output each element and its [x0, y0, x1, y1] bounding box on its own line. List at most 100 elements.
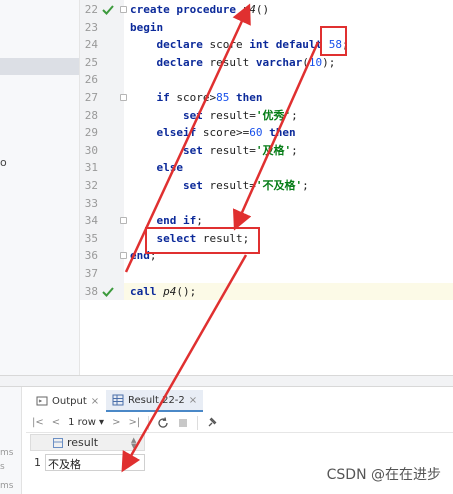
code-token: call — [130, 284, 164, 298]
code-token: score>= — [202, 126, 250, 140]
code-line[interactable]: set result='不及格'; — [130, 177, 309, 195]
table-icon — [112, 394, 124, 406]
code-token: ; — [302, 179, 309, 192]
code-token: declare — [156, 38, 210, 52]
row-count-label: 1 row — [68, 417, 96, 428]
line-number: 34 — [84, 214, 98, 228]
code-token: result= — [209, 108, 256, 122]
tab-output[interactable]: Output × — [30, 390, 105, 412]
code-token: then — [236, 91, 263, 104]
code-token: 60 — [249, 126, 270, 140]
next-page-button[interactable]: > — [112, 417, 120, 428]
code-token: '不及格' — [255, 179, 303, 192]
timing-label: ms — [0, 481, 14, 491]
code-token: set — [182, 108, 210, 122]
code-line[interactable]: else — [130, 159, 184, 177]
fold-icon[interactable] — [120, 252, 127, 260]
editor-empty-area[interactable] — [80, 300, 453, 375]
column-name: result — [67, 436, 99, 449]
close-icon[interactable]: × — [91, 396, 99, 407]
code-token: create procedure — [130, 3, 243, 16]
code-line[interactable]: if score>85 then — [130, 89, 263, 107]
code-line[interactable]: declare score int default 58; — [130, 36, 349, 54]
code-token: then — [269, 126, 296, 140]
code-token: score — [209, 38, 250, 52]
code-token: elseif — [156, 126, 203, 140]
code-token: ; — [291, 143, 298, 157]
code-line[interactable]: set result='优秀'; — [130, 107, 298, 125]
line-number: 38 — [84, 284, 98, 298]
selected-tree-row[interactable] — [0, 58, 79, 75]
line-number: 25 — [84, 55, 98, 69]
code-line[interactable]: elseif score>=60 then — [130, 124, 296, 142]
stop-icon[interactable] — [177, 417, 189, 429]
code-token: p4 — [163, 284, 177, 298]
prev-page-button[interactable]: < — [52, 417, 60, 428]
tree-text-fragment: o — [0, 156, 7, 169]
code-token: ); — [322, 55, 336, 69]
code-token: (); — [176, 284, 197, 298]
code-token: ; — [291, 108, 298, 122]
sort-icon[interactable]: ▲ ▼ — [131, 437, 136, 450]
column-icon — [53, 438, 63, 448]
code-line[interactable]: begin — [130, 19, 163, 37]
fold-icon[interactable] — [120, 94, 127, 101]
code-line[interactable]: call p4(); — [130, 283, 196, 301]
code-token: result= — [209, 143, 256, 157]
line-number: 29 — [84, 126, 98, 140]
close-icon[interactable]: × — [189, 395, 197, 406]
code-token: '及格' — [255, 143, 292, 157]
code-line[interactable]: set result='及格'; — [130, 142, 298, 160]
code-token: 10 — [308, 55, 323, 69]
timing-label: s — [0, 462, 5, 472]
line-number: 28 — [84, 108, 98, 122]
code-token: result — [209, 55, 256, 69]
result-toolbar: |< < 1 row ▾ > >| — [26, 413, 453, 433]
pin-icon[interactable] — [206, 417, 218, 429]
code-token: declare — [156, 55, 210, 69]
code-token: ( — [302, 55, 309, 69]
code-token: int default — [249, 38, 329, 52]
code-line[interactable]: create procedure p4() — [130, 1, 269, 19]
row-count-dropdown[interactable]: 1 row ▾ — [68, 417, 104, 428]
last-page-button[interactable]: >| — [128, 417, 140, 428]
grid-cell[interactable]: 不及格 — [45, 454, 145, 471]
refresh-icon[interactable] — [157, 416, 169, 429]
sql-editor[interactable]: create procedure p4() begin declare score… — [130, 0, 453, 300]
code-token: begin — [130, 20, 164, 34]
fold-icon[interactable] — [120, 217, 127, 225]
line-number: 30 — [84, 143, 98, 157]
code-token: varchar — [255, 55, 303, 69]
line-number: 33 — [84, 196, 98, 210]
fold-icon[interactable] — [120, 6, 127, 13]
line-number: 24 — [84, 38, 98, 52]
result-tabs: Output × Result 22-2 × — [26, 390, 453, 412]
code-token: if — [156, 91, 177, 104]
code-token: () — [255, 3, 270, 16]
code-token: result= — [209, 179, 256, 192]
output-icon — [36, 396, 48, 406]
line-number: 27 — [84, 91, 98, 104]
tab-result[interactable]: Result 22-2 × — [106, 390, 204, 412]
code-line[interactable]: declare result varchar(10); — [130, 54, 336, 72]
code-token: set — [182, 179, 210, 192]
tab-result-label: Result 22-2 — [128, 394, 185, 406]
services-tree: ms s ms — [0, 387, 22, 494]
panel-splitter[interactable] — [0, 375, 453, 387]
code-token: p4 — [242, 3, 256, 16]
column-header-result[interactable]: result ▲ ▼ — [30, 434, 145, 451]
first-page-button[interactable]: |< — [32, 417, 44, 428]
code-token: ; — [196, 214, 203, 228]
project-pane-fragment: o — [0, 0, 80, 375]
row-number: 1 — [34, 456, 41, 469]
annotation-box-default-value — [320, 26, 347, 56]
line-number: 26 — [84, 73, 98, 87]
toolbar-separator — [197, 415, 199, 430]
annotation-box-select — [145, 227, 260, 254]
